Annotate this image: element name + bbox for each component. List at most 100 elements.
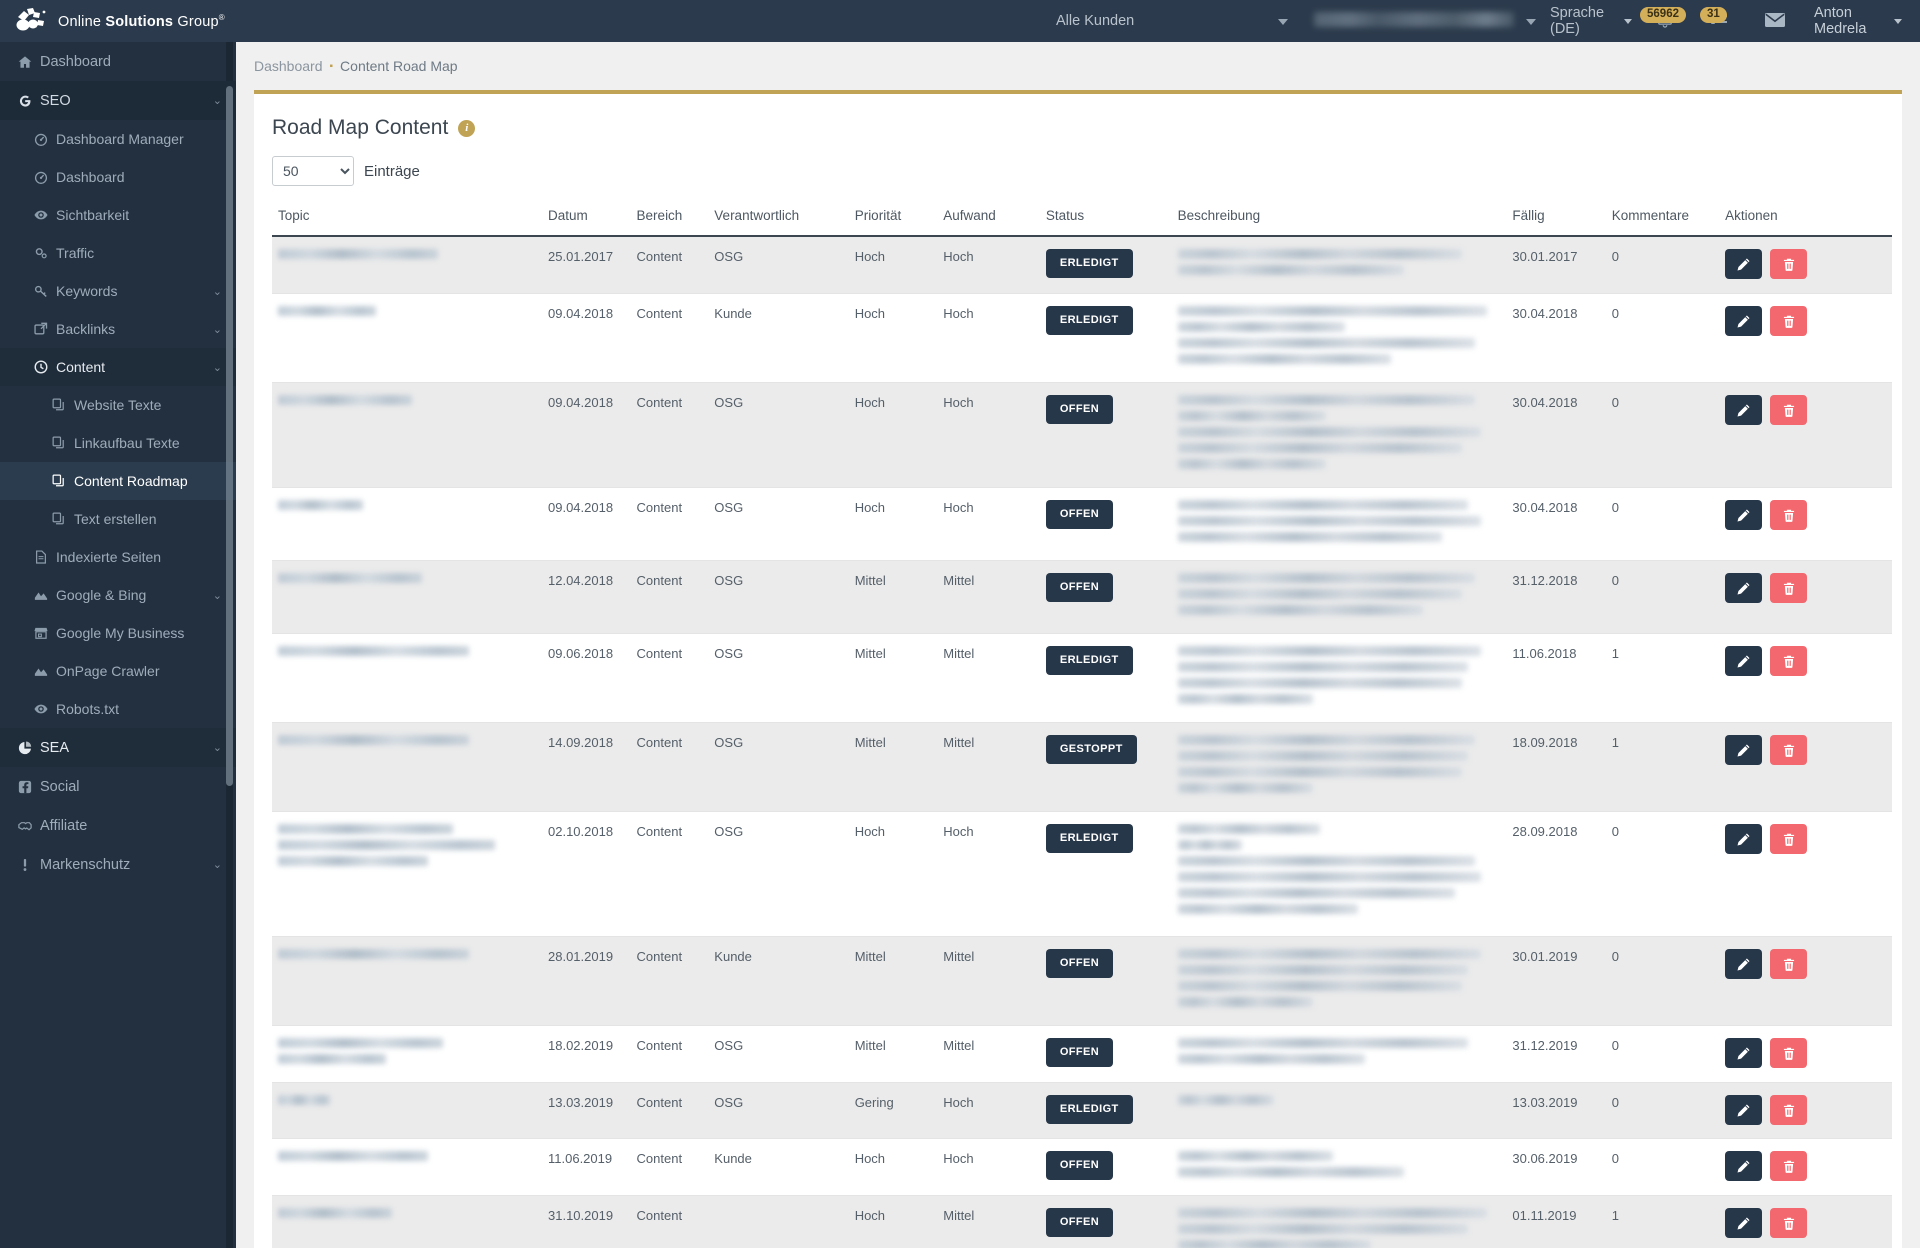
customer-select[interactable]: Alle Kunden <box>1056 13 1296 29</box>
table-row[interactable]: 12.04.2018 Content OSG Mittel Mittel OFFEN 31.… <box>272 560 1892 634</box>
sidebar-item-linkaufbau-texte[interactable]: Linkaufbau Texte <box>0 424 236 462</box>
notifications-button[interactable]: 56962 <box>1638 0 1692 42</box>
sidebar-item-content[interactable]: Content ⌄ <box>0 348 236 386</box>
edit-row-button[interactable] <box>1725 249 1763 279</box>
info-icon[interactable]: i <box>458 119 476 137</box>
sidebar-item-google-bing[interactable]: Google & Bing ⌄ <box>0 576 236 614</box>
entries-per-page-select[interactable]: 102550100 <box>272 156 354 186</box>
sidebar-item-dashboard[interactable]: Dashboard <box>0 158 236 196</box>
table-row[interactable]: 09.04.2018 Content Kunde Hoch Hoch ERLEDIGT 30… <box>272 293 1892 383</box>
sidebar-item-indexierte-seiten[interactable]: Indexierte Seiten <box>0 538 236 576</box>
sidebar-item-markenschutz[interactable]: Markenschutz ⌄ <box>0 845 236 884</box>
column-header-aufwand[interactable]: Aufwand <box>937 202 1040 237</box>
main-scrollbar[interactable] <box>1914 42 1920 1248</box>
sidebar-item-sichtbarkeit[interactable]: Sichtbarkeit <box>0 196 236 234</box>
column-header-verantwortlich[interactable]: Verantwortlich <box>708 202 849 237</box>
pencil-icon <box>1736 1216 1751 1231</box>
column-header-kommentare[interactable]: Kommentare <box>1605 202 1720 237</box>
status-badge[interactable]: OFFEN <box>1045 1038 1114 1067</box>
edit-row-button[interactable] <box>1725 646 1763 676</box>
sidebar-item-onpage-crawler[interactable]: OnPage Crawler <box>0 652 236 690</box>
table-row[interactable]: 11.06.2019 Content Kunde Hoch Hoch OFFEN 30.06… <box>272 1138 1892 1196</box>
breadcrumb-root[interactable]: Dashboard <box>254 58 323 74</box>
edit-row-button[interactable] <box>1725 1038 1763 1068</box>
table-row[interactable]: 09.06.2018 Content OSG Mittel Mittel ERLEDIGT… <box>272 633 1892 723</box>
status-badge[interactable]: OFFEN <box>1045 1208 1114 1237</box>
status-badge[interactable]: ERLEDIGT <box>1045 249 1133 278</box>
table-row[interactable]: 14.09.2018 Content OSG Mittel Mittel GESTOPPT… <box>272 722 1892 812</box>
column-header-datum[interactable]: Datum <box>542 202 631 237</box>
table-row[interactable]: 18.02.2019 Content OSG Mittel Mittel OFFEN 31.… <box>272 1025 1892 1083</box>
status-badge[interactable]: OFFEN <box>1045 573 1114 602</box>
sidebar-item-dashboard[interactable]: Dashboard <box>0 42 236 81</box>
table-row[interactable]: 25.01.2017 Content OSG Hoch Hoch ERLEDIGT 30.0… <box>272 236 1892 294</box>
sidebar-item-text-erstellen[interactable]: Text erstellen <box>0 500 236 538</box>
delete-row-button[interactable] <box>1770 1038 1808 1068</box>
delete-row-button[interactable] <box>1770 1151 1808 1181</box>
edit-row-button[interactable] <box>1725 1095 1763 1125</box>
edit-row-button[interactable] <box>1725 949 1763 979</box>
messages-button[interactable] <box>1746 0 1804 42</box>
edit-row-button[interactable] <box>1725 500 1763 530</box>
edit-row-button[interactable] <box>1725 573 1763 603</box>
edit-row-button[interactable] <box>1725 1151 1763 1181</box>
status-badge[interactable]: ERLEDIGT <box>1045 306 1133 335</box>
table-row[interactable]: 02.10.2018 Content OSG Hoch Hoch ERLEDIGT 28.0… <box>272 811 1892 937</box>
delete-row-button[interactable] <box>1770 735 1808 765</box>
table-row[interactable]: 31.10.2019 Content Hoch Mittel OFFEN 01.11.20… <box>272 1195 1892 1248</box>
delete-row-button[interactable] <box>1770 573 1808 603</box>
column-header-topic[interactable]: Topic <box>272 202 542 237</box>
sidebar-item-backlinks[interactable]: Backlinks ⌄ <box>0 310 236 348</box>
status-badge[interactable]: OFFEN <box>1045 500 1114 529</box>
status-badge[interactable]: ERLEDIGT <box>1045 1095 1133 1124</box>
column-header-beschreibung[interactable]: Beschreibung <box>1171 202 1507 237</box>
delete-row-button[interactable] <box>1770 1095 1808 1125</box>
cell-kommentare: 0 <box>1605 1138 1720 1196</box>
project-select[interactable] <box>1314 11 1544 31</box>
status-badge[interactable]: OFFEN <box>1045 949 1114 978</box>
language-selector[interactable]: Sprache (DE) <box>1544 5 1638 37</box>
status-badge[interactable]: ERLEDIGT <box>1045 824 1133 853</box>
table-row[interactable]: 13.03.2019 Content OSG Gering Hoch ERLEDIGT 13… <box>272 1082 1892 1139</box>
column-header-prioritaet[interactable]: Priorität <box>848 202 938 237</box>
sidebar-item-traffic[interactable]: Traffic <box>0 234 236 272</box>
sidebar-item-keywords[interactable]: Keywords ⌄ <box>0 272 236 310</box>
status-badge[interactable]: OFFEN <box>1045 1151 1114 1180</box>
edit-row-button[interactable] <box>1725 824 1763 854</box>
status-badge[interactable]: OFFEN <box>1045 395 1114 424</box>
sidebar-item-sea[interactable]: SEA ⌄ <box>0 728 236 767</box>
delete-row-button[interactable] <box>1770 949 1808 979</box>
sidebar-item-affiliate[interactable]: Affiliate <box>0 806 236 845</box>
edit-row-button[interactable] <box>1725 1208 1763 1238</box>
user-menu[interactable]: Anton Medrela <box>1804 5 1902 37</box>
delete-row-button[interactable] <box>1770 646 1808 676</box>
delete-row-button[interactable] <box>1770 824 1808 854</box>
sidebar-item-social[interactable]: Social <box>0 767 236 806</box>
column-header-bereich[interactable]: Bereich <box>630 202 709 237</box>
edit-row-button[interactable] <box>1725 395 1763 425</box>
table-row[interactable]: 28.01.2019 Content Kunde Mittel Mittel OFFEN 3… <box>272 936 1892 1026</box>
brand-logo[interactable]: Online Solutions Group® <box>0 0 236 42</box>
delete-row-button[interactable] <box>1770 1208 1808 1238</box>
delete-row-button[interactable] <box>1770 500 1808 530</box>
tasks-button[interactable]: 31 <box>1692 0 1746 42</box>
edit-row-button[interactable] <box>1725 735 1763 765</box>
sidebar-scrollbar[interactable] <box>226 86 233 786</box>
table-row[interactable]: 09.04.2018 Content OSG Hoch Hoch OFFEN 30.04.2… <box>272 487 1892 561</box>
sidebar-item-robots-txt[interactable]: Robots.txt <box>0 690 236 728</box>
status-badge[interactable]: ERLEDIGT <box>1045 646 1133 675</box>
delete-row-button[interactable] <box>1770 249 1808 279</box>
sidebar-item-content-roadmap[interactable]: Content Roadmap <box>0 462 236 500</box>
sidebar-item-dashboard-manager[interactable]: Dashboard Manager <box>0 120 236 158</box>
sidebar-item-google-my-business[interactable]: Google My Business <box>0 614 236 652</box>
column-header-faellig[interactable]: Fällig <box>1506 202 1606 237</box>
delete-row-button[interactable] <box>1770 306 1808 336</box>
delete-row-button[interactable] <box>1770 395 1808 425</box>
column-header-status[interactable]: Status <box>1039 202 1172 237</box>
status-badge[interactable]: GESTOPPT <box>1045 735 1137 764</box>
table-row[interactable]: 09.04.2018 Content OSG Hoch Hoch OFFEN 30.04.2… <box>272 382 1892 488</box>
sidebar-item-seo[interactable]: SEO ⌄ <box>0 81 236 120</box>
cell-faellig: 13.03.2019 <box>1506 1082 1606 1139</box>
sidebar-item-website-texte[interactable]: Website Texte <box>0 386 236 424</box>
edit-row-button[interactable] <box>1725 306 1763 336</box>
